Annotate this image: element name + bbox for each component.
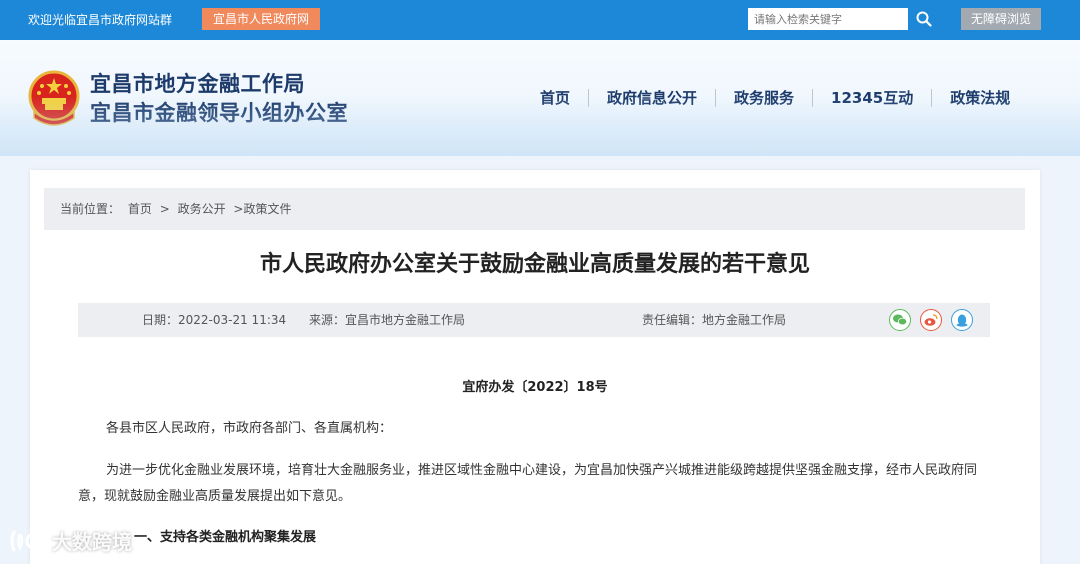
breadcrumb-policy-docs[interactable]: >政策文件 <box>233 202 291 216</box>
search-icon <box>916 11 932 27</box>
nav-services[interactable]: 政务服务 <box>716 88 812 108</box>
qq-icon <box>951 309 973 331</box>
watermark: 大数跨境 <box>8 526 132 555</box>
wechat-icon <box>889 309 911 331</box>
welcome-text: 欢迎光临宜昌市政府网站群 <box>28 13 173 27</box>
document-number: 宜府办发〔2022〕18号 <box>462 380 608 395</box>
national-emblem-icon <box>28 70 80 126</box>
nav-policies[interactable]: 政策法规 <box>932 88 1028 108</box>
share-weibo-button[interactable] <box>920 309 942 331</box>
breadcrumb-label: 当前位置： <box>60 202 121 216</box>
nav-gov-info[interactable]: 政府信息公开 <box>589 88 715 108</box>
site-title-line1: 宜昌市地方金融工作局 <box>90 72 305 96</box>
watermark-logo-icon <box>10 530 43 551</box>
salutation: 各县市区人民政府，市政府各部门、各直属机构： <box>106 421 393 436</box>
breadcrumb-separator: > <box>159 202 170 216</box>
site-title: 宜昌市地方金融工作局 宜昌市金融领导小组办公室 <box>90 70 348 128</box>
weibo-icon <box>920 309 942 331</box>
article-title: 市人民政府办公室关于鼓励金融业高质量发展的若干意见 <box>259 252 810 277</box>
nav-home[interactable]: 首页 <box>522 88 588 108</box>
article-editor: 责任编辑：地方金融工作局 <box>642 313 787 327</box>
publish-date: 日期：2022-03-21 11:34 <box>142 313 287 327</box>
watermark-text: 大数跨境 <box>52 530 132 554</box>
site-title-line2: 宜昌市金融领导小组办公室 <box>90 101 348 125</box>
nav-12345[interactable]: 12345互动 <box>813 88 931 108</box>
article-source: 来源：宜昌市地方金融工作局 <box>309 313 466 327</box>
share-qq-button[interactable] <box>951 309 973 331</box>
breadcrumb: 当前位置： 首页 > 政务公开 >政策文件 <box>44 188 1025 230</box>
share-wechat-button[interactable] <box>889 309 911 331</box>
search-input[interactable] <box>748 8 908 30</box>
city-government-portal-link[interactable]: 宜昌市人民政府网 <box>202 8 320 30</box>
search-button[interactable] <box>910 8 938 30</box>
site-header: 宜昌市地方金融工作局 宜昌市金融领导小组办公室 首页 政府信息公开 政务服务 1… <box>0 40 1080 156</box>
breadcrumb-gov-affairs[interactable]: 政务公开 <box>178 202 226 216</box>
top-bar: 欢迎光临宜昌市政府网站群 宜昌市人民政府网 无障碍浏览 <box>0 0 1080 40</box>
intro-paragraph: 为进一步优化金融业发展环境，培育壮大金融服务业，推进区域性金融中心建设，为宜昌加… <box>78 463 978 504</box>
content-panel: 当前位置： 首页 > 政务公开 >政策文件 市人民政府办公室关于鼓励金融业高质量… <box>30 170 1040 564</box>
section-heading: 一、支持各类金融机构聚集发展 <box>134 530 317 545</box>
article-meta: 日期：2022-03-21 11:34 来源：宜昌市地方金融工作局 责任编辑：地… <box>78 303 990 337</box>
accessibility-button[interactable]: 无障碍浏览 <box>961 8 1041 30</box>
main-nav: 首页 政府信息公开 政务服务 12345互动 政策法规 <box>522 88 1028 108</box>
breadcrumb-home[interactable]: 首页 <box>128 202 152 216</box>
